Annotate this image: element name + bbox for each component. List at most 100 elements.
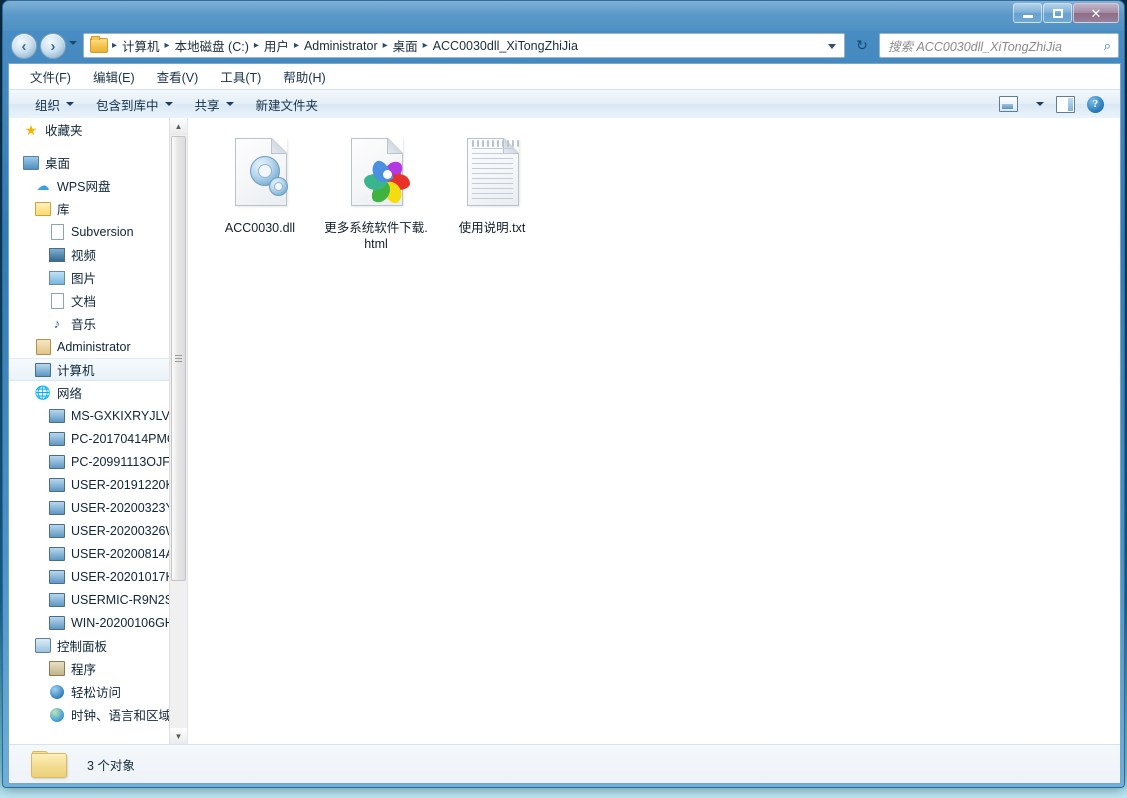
sidebar-item-label: 桌面	[45, 157, 71, 171]
sidebar-item-13[interactable]: PC-20170414PMQJ	[9, 427, 175, 450]
sidebar-item-0[interactable]: ★ 收藏夹	[9, 118, 175, 141]
sidebar-item-1[interactable]: 桌面	[9, 151, 175, 174]
sidebar-item-label: USER-20201017KM	[71, 569, 175, 584]
view-options-button[interactable]	[999, 96, 1018, 112]
sidebar-item-25[interactable]: 时钟、语言和区域	[9, 703, 175, 726]
breadcrumb-separator[interactable]: ▸	[110, 40, 119, 51]
explorer-window: ✕ ‹ › ▸ 计算机 ▸ 本地磁盘 (C:) ▸ 用户 ▸ Administr…	[2, 0, 1125, 788]
sidebar-item-12[interactable]: MS-GXKIXRYJLVK	[9, 404, 175, 427]
sidebar-item-24[interactable]: 轻松访问	[9, 680, 175, 703]
sidebar-item-4[interactable]: Subversion	[9, 220, 175, 243]
menu-help[interactable]: 帮助(H)	[274, 64, 334, 89]
breadcrumb-item-computer[interactable]: 计算机	[119, 36, 163, 55]
breadcrumb-item-desktop[interactable]: 桌面	[390, 36, 421, 55]
sidebar-item-22[interactable]: 控制面板	[9, 634, 175, 657]
file-list-pane[interactable]: ACC0030.dll 更多系统软件下载.html 使用说明.txt	[188, 118, 1120, 745]
sidebar-item-3[interactable]: 库	[9, 197, 175, 220]
breadcrumb-item-current-folder[interactable]: ACC0030dll_XiTongZhiJia	[430, 39, 581, 53]
sidebar-item-16[interactable]: USER-20200323YW	[9, 496, 175, 519]
breadcrumb-item-administrator[interactable]: Administrator	[301, 39, 381, 53]
computer-network-icon	[49, 477, 65, 493]
scrollbar-thumb[interactable]	[171, 136, 186, 581]
sidebar-item-19[interactable]: USER-20201017KM	[9, 565, 175, 588]
menu-tools[interactable]: 工具(T)	[211, 64, 270, 89]
picture-icon	[49, 270, 65, 286]
breadcrumb-item-users[interactable]: 用户	[261, 36, 292, 55]
address-bar-row: ‹ › ▸ 计算机 ▸ 本地磁盘 (C:) ▸ 用户 ▸ Administrat…	[3, 30, 1124, 62]
sidebar-item-18[interactable]: USER-20200814AP	[9, 542, 175, 565]
breadcrumb-item-drive[interactable]: 本地磁盘 (C:)	[172, 36, 252, 55]
search-box[interactable]: 搜索 ACC0030dll_XiTongZhiJia ⌕	[879, 33, 1119, 58]
sidebar-item-8[interactable]: ♪ 音乐	[9, 312, 175, 335]
sidebar-item-20[interactable]: USERMIC-R9N2SQ	[9, 588, 175, 611]
sidebar-item-17[interactable]: USER-20200326WQ	[9, 519, 175, 542]
maximize-button[interactable]	[1043, 3, 1072, 23]
menu-edit[interactable]: 编辑(E)	[84, 64, 144, 89]
breadcrumb-separator[interactable]: ▸	[252, 40, 261, 51]
sidebar-item-label: 计算机	[57, 364, 95, 378]
item-count-label: 3 个对象	[87, 758, 135, 773]
address-bar[interactable]: ▸ 计算机 ▸ 本地磁盘 (C:) ▸ 用户 ▸ Administrator ▸…	[83, 33, 845, 58]
include-in-library-label: 包含到库中	[96, 98, 159, 113]
minimize-button[interactable]	[1013, 3, 1042, 23]
breadcrumb-separator[interactable]: ▸	[163, 40, 172, 51]
chevron-down-icon[interactable]	[828, 44, 836, 49]
organize-button[interactable]: 组织	[27, 92, 82, 117]
sidebar-item-9[interactable]: Administrator	[9, 335, 175, 358]
document-icon	[49, 292, 65, 309]
recent-pages-dropdown[interactable]	[69, 41, 77, 45]
refresh-button[interactable]: ↻	[849, 33, 875, 58]
computer-network-icon	[49, 431, 65, 447]
breadcrumb-separator[interactable]: ▸	[381, 40, 390, 51]
sidebar-item-23[interactable]: 程序	[9, 657, 175, 680]
share-button[interactable]: 共享	[187, 92, 242, 117]
sidebar-item-label: 控制面板	[57, 640, 108, 654]
close-button[interactable]: ✕	[1073, 3, 1119, 23]
client-area: 文件(F) 编辑(E) 查看(V) 工具(T) 帮助(H) 组织 包含到库中 共…	[8, 63, 1121, 784]
search-icon: ⌕	[1103, 37, 1111, 53]
menu-file[interactable]: 文件(F)	[21, 64, 80, 89]
back-arrow-icon: ‹	[21, 37, 27, 55]
view-options-dropdown[interactable]	[1030, 102, 1044, 106]
computer-network-icon	[49, 592, 65, 608]
list-item[interactable]: 更多系统软件下载.html	[318, 132, 434, 252]
clock-region-icon	[49, 707, 65, 723]
sidebar-item-10[interactable]: 计算机	[9, 358, 175, 381]
sidebar-item-11[interactable]: 🌐 网络	[9, 381, 175, 404]
help-button[interactable]: ?	[1087, 95, 1104, 113]
sidebar-item-15[interactable]: USER-20191220KD	[9, 473, 175, 496]
sidebar-item-label: 轻松访问	[71, 686, 122, 700]
computer-icon	[35, 362, 51, 378]
menu-view[interactable]: 查看(V)	[148, 64, 208, 89]
preview-pane-button[interactable]	[1056, 95, 1075, 113]
desktop-icon	[23, 155, 39, 171]
sidebar-item-label: WPS网盘	[57, 180, 111, 194]
list-item[interactable]: 使用说明.txt	[434, 132, 550, 252]
sidebar-item-7[interactable]: 文档	[9, 289, 175, 312]
file-page-shape	[351, 138, 410, 206]
computer-network-icon	[49, 546, 65, 562]
include-in-library-button[interactable]: 包含到库中	[88, 92, 181, 117]
window-controls: ✕	[1013, 3, 1119, 23]
sidebar-item-2[interactable]: ☁ WPS网盘	[9, 174, 175, 197]
back-button[interactable]: ‹	[11, 33, 37, 59]
breadcrumb-separator[interactable]: ▸	[421, 40, 430, 51]
scroll-up-button[interactable]: ▲	[170, 118, 187, 135]
sidebar-item-21[interactable]: WIN-20200106GHT	[9, 611, 175, 634]
sidebar-item-label: 文档	[71, 295, 97, 309]
new-folder-button[interactable]: 新建文件夹	[248, 92, 327, 117]
sidebar-item-6[interactable]: 图片	[9, 266, 175, 289]
search-input[interactable]: 搜索 ACC0030dll_XiTongZhiJia	[888, 36, 1104, 55]
navigation-scrollbar[interactable]: ▲ ▼	[169, 118, 187, 745]
panes: ★ 收藏夹桌面 ☁ WPS网盘库 Subversion 视频 图片文档 ♪ 音乐 Administ…	[9, 118, 1120, 745]
scroll-down-button[interactable]: ▼	[170, 728, 187, 745]
forward-button[interactable]: ›	[40, 33, 66, 59]
chevron-down-icon	[1036, 102, 1044, 106]
breadcrumb-separator[interactable]: ▸	[292, 40, 301, 51]
sidebar-item-label: USERMIC-R9N2SQ	[71, 592, 175, 607]
sidebar-item-14[interactable]: PC-20991113OJFW	[9, 450, 175, 473]
computer-network-icon	[49, 523, 65, 539]
list-item[interactable]: ACC0030.dll	[202, 132, 318, 252]
sidebar-item-5[interactable]: 视频	[9, 243, 175, 266]
toolbar: 组织 包含到库中 共享 新建文件夹 ?	[9, 89, 1120, 119]
